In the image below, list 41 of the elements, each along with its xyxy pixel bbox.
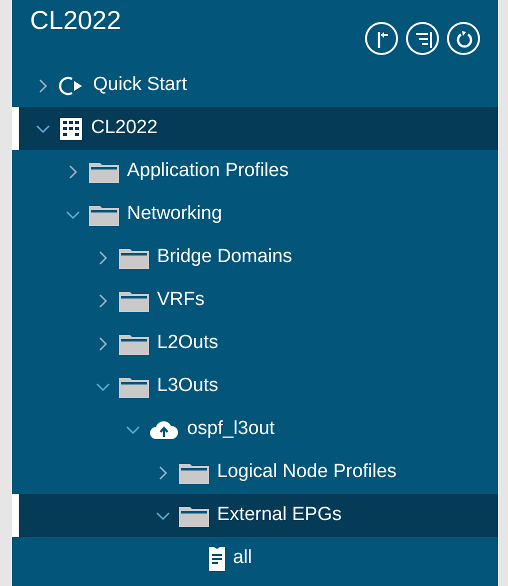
tree-item[interactable]: External EPGs (12, 494, 498, 537)
tree-item[interactable]: all (12, 537, 498, 580)
selection-indicator (12, 494, 19, 537)
folder-icon (119, 332, 149, 354)
collapse-button[interactable] (365, 22, 398, 55)
tree-item-label: CL2022 (91, 116, 158, 140)
tree-item[interactable]: L2Outs (12, 322, 498, 365)
folder-icon (179, 462, 209, 484)
folder-icon (119, 290, 149, 312)
folder-icon (179, 504, 209, 526)
tree-item-label: Application Profiles (127, 159, 289, 184)
tree-item[interactable]: Networking (12, 193, 498, 236)
tree-item[interactable]: Application Profiles (12, 150, 498, 193)
filter-button[interactable] (406, 22, 439, 55)
tree-item[interactable]: VRFs (12, 279, 498, 322)
selection-indicator (12, 107, 19, 150)
tree-item-label: VRFs (157, 288, 204, 312)
building-icon (59, 116, 83, 140)
tree-item[interactable]: Bridge Domains (12, 236, 498, 279)
tree-item-label: Logical Node Profiles (217, 460, 397, 484)
folder-icon (119, 376, 149, 398)
tree-item-label: Quick Start (93, 73, 187, 98)
tree-item[interactable]: ospf_l3out (12, 408, 498, 451)
folder-icon (89, 204, 119, 226)
tree-item-label: L3Outs (157, 374, 218, 398)
tree-item-label: L2Outs (157, 331, 218, 356)
tree-item[interactable]: L3Outs (12, 365, 498, 408)
folder-icon (119, 246, 149, 268)
tree-item[interactable]: CL2022 (12, 107, 498, 150)
tree-item[interactable]: Logical Node Profiles (12, 451, 498, 494)
tree-item[interactable]: Quick Start (12, 64, 498, 107)
panel-title: CL2022 (30, 6, 122, 37)
document-icon (209, 546, 225, 570)
tree-item-label: External EPGs (217, 503, 342, 528)
tree-item-label: all (233, 546, 252, 570)
tree-item-label: ospf_l3out (187, 417, 275, 442)
refresh-button[interactable] (447, 22, 480, 55)
tree-item-label: Networking (127, 202, 222, 226)
folder-icon (89, 160, 119, 182)
cloud-upload-icon (149, 418, 179, 440)
tree-item-label: Bridge Domains (157, 245, 292, 270)
